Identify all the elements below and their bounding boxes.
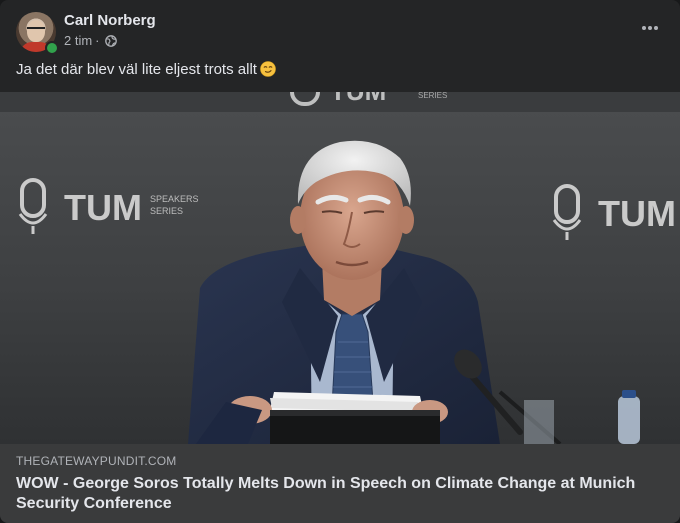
smirk-emoji-icon	[260, 61, 276, 77]
more-horizontal-icon	[642, 26, 658, 30]
link-preview-image[interactable]: TUM SERIES TUM SPEAKERS SERIES TUM	[0, 92, 680, 444]
post-time[interactable]: 2 tim	[64, 33, 92, 49]
avatar-glasses	[27, 27, 45, 33]
link-domain: THEGATEWAYPUNDIT.COM	[16, 454, 177, 468]
banner-top-small: SERIES	[418, 92, 447, 100]
post-header: Carl Norberg 2 tim ·	[16, 12, 664, 55]
banner-left-small-2: SERIES	[150, 206, 183, 216]
banner-left-small-1: SPEAKERS	[150, 194, 199, 204]
link-preview-footer[interactable]: THEGATEWAYPUNDIT.COM WOW - George Soros …	[0, 444, 680, 523]
banner-left-text: TUM	[64, 187, 142, 228]
online-status-dot	[45, 41, 59, 55]
more-options-button[interactable]	[636, 14, 664, 42]
post-card: Carl Norberg 2 tim · Ja det där blev väl…	[0, 0, 680, 523]
globe-icon[interactable]	[104, 35, 117, 47]
post-text-content: Ja det där blev väl lite eljest trots al…	[16, 61, 257, 78]
banner-top-text: TUM	[330, 92, 386, 106]
post-meta: 2 tim ·	[64, 33, 117, 49]
banner-right-text: TUM	[598, 193, 676, 234]
link-title[interactable]: WOW - George Soros Totally Melts Down in…	[16, 474, 656, 514]
author-name[interactable]: Carl Norberg	[64, 12, 156, 30]
post-text: Ja det där blev väl lite eljest trots al…	[16, 60, 276, 80]
meta-separator: ·	[95, 33, 100, 48]
video-still: TUM SERIES TUM SPEAKERS SERIES TUM	[0, 92, 680, 444]
